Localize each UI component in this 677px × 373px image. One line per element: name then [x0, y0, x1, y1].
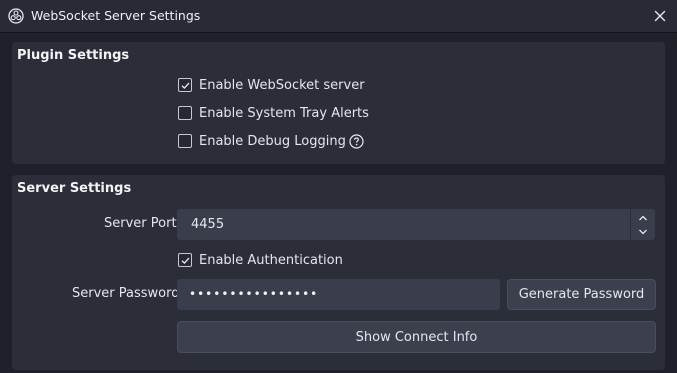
help-icon[interactable]	[349, 133, 364, 149]
server-password-value[interactable]: ••••••••••••••••	[189, 287, 318, 301]
enable-debug-logging-checkbox[interactable]: Enable Debug Logging	[178, 132, 364, 150]
chevron-up-icon[interactable]	[637, 212, 649, 224]
checkbox-unchecked[interactable]	[178, 106, 192, 120]
plugin-settings-panel: Plugin Settings Enable WebSocket server …	[12, 42, 665, 164]
check-icon	[181, 257, 189, 264]
server-password-input[interactable]: ••••••••••••••••	[177, 279, 500, 310]
enable-system-tray-alerts-label: Enable System Tray Alerts	[199, 105, 369, 121]
window-title: WebSocket Server Settings	[31, 8, 201, 23]
title-bar: WebSocket Server Settings	[0, 0, 677, 33]
generate-password-button[interactable]: Generate Password	[507, 279, 656, 310]
server-settings-panel: Server Settings Server Port 4455 Enable …	[12, 175, 665, 370]
chevron-down-icon[interactable]	[637, 226, 649, 238]
server-settings-title: Server Settings	[17, 181, 132, 196]
check-icon	[181, 82, 189, 89]
server-port-value[interactable]: 4455	[191, 217, 224, 232]
checkbox-checked[interactable]	[178, 78, 192, 92]
obs-icon	[8, 8, 24, 24]
websocket-settings-window: WebSocket Server Settings Plugin Setting…	[0, 0, 677, 373]
server-port-label: Server Port	[104, 216, 177, 231]
enable-authentication-label: Enable Authentication	[199, 252, 343, 268]
enable-authentication-checkbox[interactable]: Enable Authentication	[178, 251, 343, 269]
close-icon[interactable]	[652, 8, 668, 24]
checkbox-checked[interactable]	[178, 253, 192, 267]
enable-debug-logging-label: Enable Debug Logging	[199, 133, 346, 149]
spinbox-arrows	[630, 209, 655, 240]
show-connect-info-button[interactable]: Show Connect Info	[177, 321, 656, 353]
plugin-settings-title: Plugin Settings	[17, 48, 130, 63]
enable-websocket-server-checkbox[interactable]: Enable WebSocket server	[178, 76, 365, 94]
enable-websocket-server-label: Enable WebSocket server	[199, 77, 365, 93]
server-password-label: Server Password	[72, 286, 180, 301]
server-port-spinbox[interactable]: 4455	[177, 209, 655, 240]
checkbox-unchecked[interactable]	[178, 134, 192, 148]
enable-system-tray-alerts-checkbox[interactable]: Enable System Tray Alerts	[178, 104, 369, 122]
